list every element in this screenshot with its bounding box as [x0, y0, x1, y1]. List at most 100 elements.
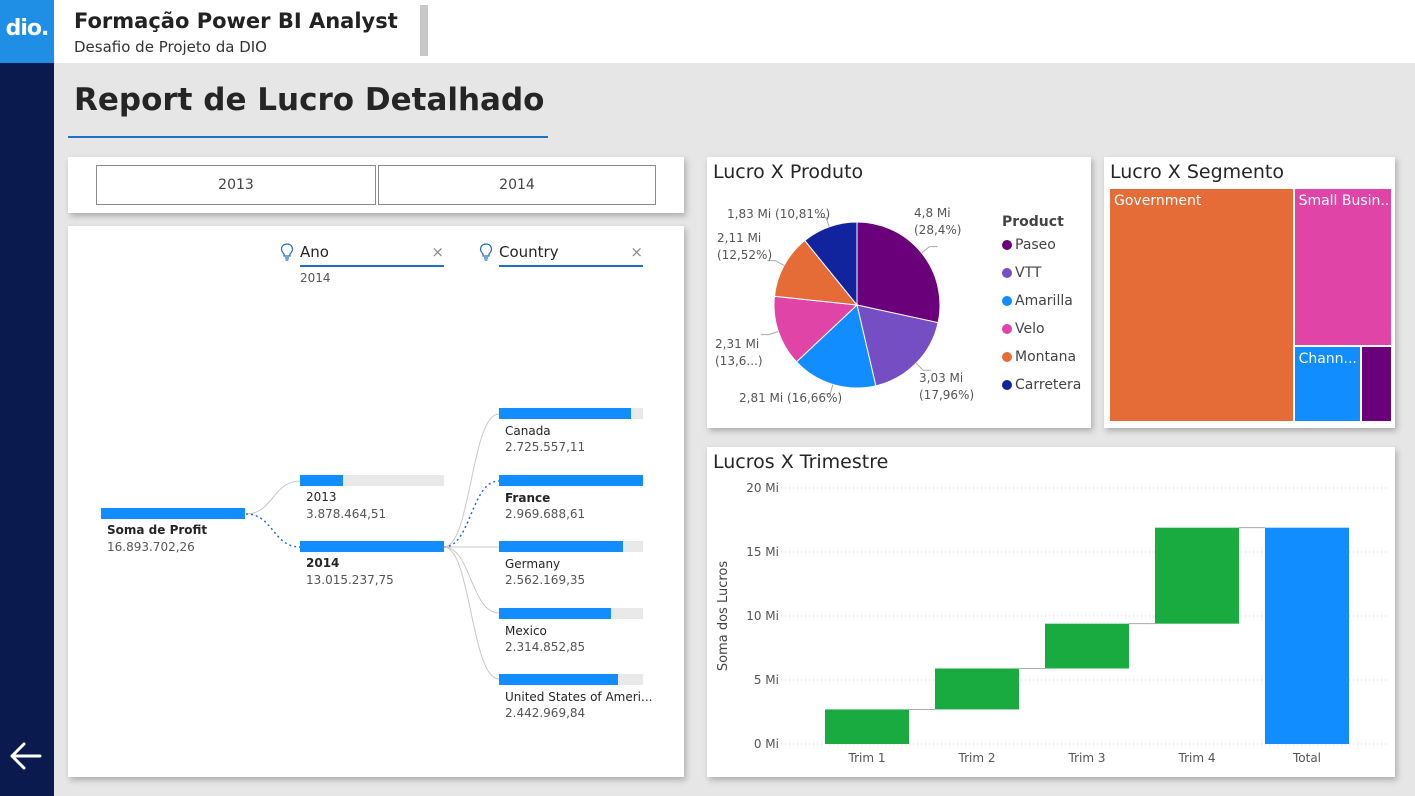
country-node-value: 2.562.169,35 — [505, 573, 586, 587]
legend-item-carretera[interactable]: Carretera — [1002, 377, 1081, 393]
year-node-value: 3.878.464,51 — [306, 507, 387, 521]
pie-data-label: 1,83 Mi (10,81%) — [727, 206, 830, 223]
treemap-panel: Lucro X Segmento Government Small Busin..… — [1104, 157, 1395, 428]
filter-ano-close-icon[interactable]: × — [431, 243, 444, 261]
legend-label: Velo — [1015, 321, 1045, 337]
treemap-tile-other[interactable] — [1361, 347, 1391, 421]
x-tick-label: Trim 3 — [1068, 751, 1106, 765]
logo-text: dio. — [5, 16, 50, 41]
waterfall-chart: 0 Mi 5 Mi 10 Mi 15 Mi 20 Mi Soma dos Lucros Tr… — [716, 481, 1389, 765]
x-tick-label: Trim 4 — [1178, 751, 1216, 765]
year-node-bar[interactable] — [300, 541, 444, 552]
year-node-bar[interactable] — [300, 475, 343, 486]
filter-country-close-icon[interactable]: × — [630, 243, 643, 261]
legend-item-montana[interactable]: Montana — [1002, 349, 1076, 365]
lightbulb-icon — [479, 243, 493, 261]
filter-ano-label: Ano — [300, 243, 329, 261]
legend-dot — [1002, 268, 1012, 278]
root-node-label: Soma de Profit — [107, 523, 208, 537]
pie-data-label-line: 1,83 Mi (10,81%) — [727, 207, 831, 221]
pie-data-label: 4,8 Mi (28,4%) — [914, 205, 961, 239]
y-tick-label: 10 Mi — [746, 609, 779, 623]
waterfall-bar-trim-4[interactable] — [1155, 527, 1239, 624]
y-tick-label: 20 Mi — [746, 481, 779, 495]
country-node-value: 2.442.969,84 — [505, 706, 586, 720]
legend-item-vtt[interactable]: VTT — [1002, 265, 1041, 281]
pie-data-label-line: (28,4%) — [914, 223, 962, 237]
y-tick-label: 0 Mi — [754, 737, 779, 751]
country-node-value: 2.969.688,61 — [505, 506, 586, 521]
year-node-value: 13.015.237,75 — [306, 573, 394, 587]
pie-data-label: 2,11 Mi (12,52%) — [717, 230, 772, 264]
treemap-tile-chann[interactable]: Chann... — [1294, 347, 1360, 421]
legend-dot — [1002, 240, 1012, 250]
back-arrow-icon[interactable] — [6, 736, 46, 776]
pie-chart-panel: Lucro X Produto 4,8 Mi (28,4%) 3,03 Mi (17,… — [707, 157, 1091, 428]
pie-data-label-line: (12,52%) — [717, 248, 773, 262]
pie-leader-line — [760, 330, 779, 336]
header-subtitle: Desafio de Projeto da DIO — [74, 38, 267, 56]
legend-dot — [1002, 352, 1012, 362]
legend-dot — [1002, 296, 1012, 306]
year-node-label: 2014 — [306, 556, 340, 570]
waterfall-bar-trim-2[interactable] — [935, 668, 1019, 710]
slicer-option-2014[interactable]: 2014 — [378, 165, 656, 205]
treemap-title: Lucro X Segmento — [1110, 161, 1284, 183]
country-node-label: Germany — [505, 557, 561, 571]
pie-data-label: 3,03 Mi (17,96%) — [919, 370, 974, 404]
pie-data-label-line: 3,03 Mi — [919, 371, 964, 385]
waterfall-panel: Lucros X Trimestre 0 Mi 5 Mi 10 Mi 15 Mi 20 … — [707, 447, 1395, 777]
waterfall-bar-total[interactable] — [1265, 527, 1349, 744]
pie-data-label: 2,81 Mi (16,66%) — [739, 390, 842, 407]
filter-ano-value: 2014 — [300, 271, 331, 285]
nav-sidebar: dio. — [0, 0, 54, 796]
legend-label: Carretera — [1015, 377, 1082, 393]
root-node-bar[interactable] — [101, 508, 245, 519]
report-header: Formação Power BI Analyst Desafio de Pro… — [54, 0, 1415, 63]
legend-label: Paseo — [1015, 237, 1056, 253]
y-axis-title: Soma dos Lucros — [716, 561, 731, 671]
waterfall-bar-trim-3[interactable] — [1045, 623, 1129, 669]
title-underline — [68, 136, 548, 138]
treemap-tile-government[interactable]: Government — [1110, 189, 1293, 421]
legend-label: VTT — [1015, 265, 1042, 281]
pie-data-label-line: 2,11 Mi — [717, 231, 762, 245]
filter-country-label: Country — [499, 243, 559, 261]
x-tick-label: Trim 1 — [848, 751, 886, 765]
pie-data-label-line: 4,8 Mi — [914, 206, 951, 220]
legend-item-amarilla[interactable]: Amarilla — [1002, 293, 1073, 309]
page-title: Report de Lucro Detalhado — [74, 82, 545, 118]
treemap-tile-small-busin[interactable]: Small Busin... — [1294, 189, 1391, 346]
pie-data-label-line: 2,31 Mi — [715, 337, 760, 351]
country-node-bar[interactable] — [499, 607, 612, 619]
x-tick-label: Total — [1292, 751, 1321, 765]
treemap-tile-label: Chann... — [1298, 351, 1357, 368]
country-node-value: 2.314.852,85 — [505, 639, 586, 654]
treemap-tile-label: Government — [1114, 193, 1202, 209]
legend-dot — [1002, 380, 1012, 390]
slicer-option-2013[interactable]: 2013 — [96, 165, 376, 205]
legend-label: Amarilla — [1015, 293, 1073, 309]
x-tick-label: Trim 2 — [958, 751, 996, 765]
year-node-label: 2013 — [306, 490, 337, 504]
country-node-label: Canada — [505, 424, 551, 438]
filter-ano-underline — [300, 265, 444, 267]
country-node-value: 2.725.557,11 — [505, 440, 586, 454]
pie-data-label-line: (13,6...) — [715, 354, 763, 368]
country-node-bar[interactable] — [499, 474, 643, 486]
y-tick-label: 15 Mi — [746, 545, 779, 559]
country-node-bar[interactable] — [499, 408, 632, 419]
country-node-bar[interactable] — [499, 541, 624, 552]
country-node-bar[interactable] — [499, 674, 618, 685]
root-node-value: 16.893.702,26 — [107, 540, 195, 554]
filter-country-underline — [499, 265, 643, 267]
legend-dot — [1002, 324, 1012, 334]
pie-legend-title: Product — [1002, 214, 1064, 230]
decomposition-tree: Ano × 2014 Country × Soma de Profit 16.8… — [68, 226, 684, 777]
legend-item-paseo[interactable]: Paseo — [1002, 237, 1056, 253]
waterfall-bar-trim-1[interactable] — [825, 709, 909, 744]
treemap-tile-label: Small Busin... — [1298, 193, 1389, 209]
header-title: Formação Power BI Analyst — [74, 9, 398, 33]
legend-item-velo[interactable]: Velo — [1002, 321, 1045, 337]
pie-data-label: 2,31 Mi (13,6...) — [715, 336, 763, 370]
